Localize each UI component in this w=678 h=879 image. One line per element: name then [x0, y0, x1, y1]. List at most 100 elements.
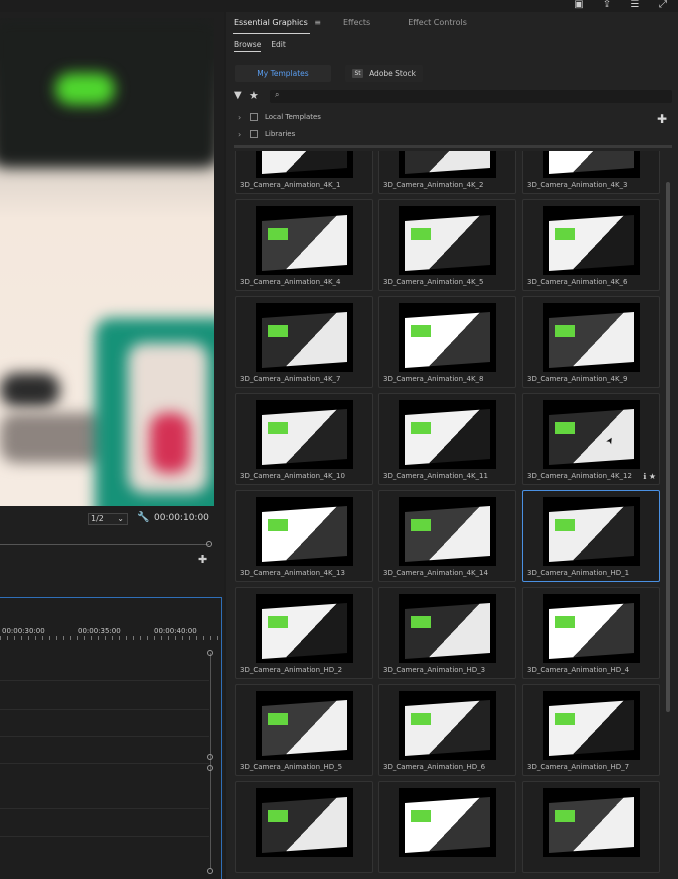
template-card[interactable]: 3D_Camera_Animation_4K_1	[235, 151, 373, 194]
template-name: 3D_Camera_Animation_HD_1	[527, 569, 630, 577]
star-icon[interactable]: ★	[249, 89, 259, 102]
template-card[interactable]: 3D_Camera_Animation_4K_4	[235, 199, 373, 291]
template-card[interactable]: 3D_Camera_Animation_4K_6	[522, 199, 660, 291]
panel-menu-icon[interactable]: ≡	[314, 18, 321, 27]
share-icon[interactable]: ⇪	[600, 0, 614, 10]
scroll-handle[interactable]	[207, 650, 213, 656]
template-card[interactable]: 3D_Camera_Animation_4K_13	[235, 490, 373, 582]
search-input[interactable]: ⌕	[270, 90, 672, 103]
template-card[interactable]: 3D_Camera_Animation_4K_10	[235, 393, 373, 485]
template-name: 3D_Camera_Animation_HD_2	[240, 666, 343, 674]
browse-edit-tabs: Browse Edit	[234, 40, 286, 52]
template-card[interactable]: 3D_Camera_Animation_HD_6	[378, 684, 516, 776]
template-card[interactable]: 3D_Camera_Animation_4K_5	[378, 199, 516, 291]
template-card[interactable]: 3D_Camera_Animation_4K_14	[378, 490, 516, 582]
filter-icon[interactable]: ▼	[234, 90, 242, 101]
time-ruler[interactable]: 00:00:30:00 00:00:35:00 00:00:40:00	[0, 598, 221, 646]
scroll-handle[interactable]	[207, 754, 213, 760]
template-thumbnail	[256, 594, 353, 663]
template-thumbnail	[399, 206, 496, 275]
settings-icon[interactable]: ☰	[628, 0, 642, 10]
template-card[interactable]: 3D_Camera_Animation_HD_5	[235, 684, 373, 776]
wrench-icon[interactable]: 🔧	[137, 512, 149, 523]
template-card[interactable]: 3D_Camera_Animation_4K_9	[522, 296, 660, 388]
adobe-stock-label: Adobe Stock	[369, 69, 416, 78]
chevron-right-icon[interactable]: ›	[238, 130, 248, 139]
top-bar: ▣ ⇪ ☰ ⤢	[0, 0, 678, 12]
chevron-right-icon[interactable]: ›	[238, 113, 248, 122]
template-card[interactable]: 3D_Camera_Animation_4K_12 ℹ ★ ➤	[522, 393, 660, 485]
libraries-checkbox[interactable]	[250, 130, 258, 138]
template-card[interactable]: 3D_Camera_Animation_4K_3	[522, 151, 660, 194]
template-card[interactable]	[522, 781, 660, 873]
template-card[interactable]	[378, 781, 516, 873]
tab-effects[interactable]: Effects	[335, 12, 378, 34]
info-favorite-icon[interactable]: ℹ ★	[643, 472, 656, 481]
template-name: 3D_Camera_Animation_HD_7	[527, 763, 630, 771]
template-card[interactable]: 3D_Camera_Animation_4K_7	[235, 296, 373, 388]
tab-label: Essential Graphics	[234, 18, 308, 27]
template-thumbnail	[543, 303, 640, 372]
local-templates-checkbox[interactable]	[250, 113, 258, 121]
template-name: 3D_Camera_Animation_4K_5	[383, 278, 484, 286]
template-name: 3D_Camera_Animation_HD_3	[383, 666, 486, 674]
template-card[interactable]: 3D_Camera_Animation_HD_1	[522, 490, 660, 582]
tree-item-local-templates[interactable]: › Local Templates	[238, 110, 321, 124]
adobe-stock-button[interactable]: St Adobe Stock	[345, 65, 423, 82]
tab-browse[interactable]: Browse	[234, 40, 262, 52]
scrubber-handle[interactable]	[206, 541, 212, 547]
add-button-icon[interactable]: ✚	[198, 553, 207, 566]
template-thumbnail	[256, 151, 353, 178]
filter-row: ▼ ★ ⌕	[234, 89, 672, 104]
tab-effect-controls[interactable]: Effect Controls	[400, 12, 475, 34]
template-thumbnail	[399, 788, 496, 857]
tab-edit[interactable]: Edit	[271, 40, 286, 52]
template-name: 3D_Camera_Animation_4K_6	[527, 278, 628, 286]
template-thumbnail	[543, 206, 640, 275]
timeline-panel: 00:00:30:00 00:00:35:00 00:00:40:00	[0, 597, 222, 879]
track-divider	[0, 709, 209, 710]
tab-essential-graphics[interactable]: Essential Graphics ≡	[226, 12, 329, 34]
essential-graphics-panel: Essential Graphics ≡ Effects Effect Cont…	[226, 12, 678, 879]
template-thumbnail	[543, 788, 640, 857]
template-thumbnail	[399, 691, 496, 760]
scroll-handle[interactable]	[207, 765, 213, 771]
template-name: 3D_Camera_Animation_HD_4	[527, 666, 630, 674]
layout-icon[interactable]: ▣	[572, 0, 586, 10]
track-divider	[0, 680, 209, 681]
template-card[interactable]: 3D_Camera_Animation_4K_8	[378, 296, 516, 388]
add-icon[interactable]: ✚	[657, 112, 667, 126]
template-name: 3D_Camera_Animation_4K_1	[240, 181, 341, 189]
template-card[interactable]: 3D_Camera_Animation_HD_3	[378, 587, 516, 679]
playhead-scrubber[interactable]	[0, 544, 209, 545]
expand-icon[interactable]: ⤢	[656, 0, 670, 10]
template-name: 3D_Camera_Animation_4K_4	[240, 278, 341, 286]
template-thumbnail	[543, 691, 640, 760]
scroll-handle[interactable]	[207, 868, 213, 874]
template-name: 3D_Camera_Animation_4K_2	[383, 181, 484, 189]
ruler-ticks	[0, 636, 221, 640]
template-thumbnail	[256, 497, 353, 566]
template-thumbnail	[256, 400, 353, 469]
template-thumbnail	[399, 151, 496, 178]
resolution-select[interactable]: 1/2 ⌄	[88, 513, 128, 525]
track-divider	[0, 763, 209, 764]
template-name: 3D_Camera_Animation_4K_9	[527, 375, 628, 383]
track-divider	[0, 736, 209, 737]
grid-scrollbar[interactable]	[666, 182, 670, 712]
template-card[interactable]: 3D_Camera_Animation_HD_7	[522, 684, 660, 776]
template-card[interactable]: 3D_Camera_Animation_4K_2	[378, 151, 516, 194]
template-card[interactable]	[235, 781, 373, 873]
template-thumbnail	[399, 497, 496, 566]
template-thumbnail	[256, 303, 353, 372]
timeline-scrollbar[interactable]	[210, 653, 211, 868]
track-divider	[0, 836, 209, 837]
tree-item-libraries[interactable]: › Libraries	[238, 127, 295, 141]
template-card[interactable]: 3D_Camera_Animation_HD_4	[522, 587, 660, 679]
template-card[interactable]: 3D_Camera_Animation_HD_2	[235, 587, 373, 679]
my-templates-button[interactable]: My Templates	[235, 65, 331, 82]
duration-timecode: 00:00:10:00	[154, 513, 209, 523]
template-card[interactable]: 3D_Camera_Animation_4K_11	[378, 393, 516, 485]
window-icons: ▣ ⇪ ☰ ⤢	[572, 0, 670, 10]
track-divider	[0, 808, 209, 809]
